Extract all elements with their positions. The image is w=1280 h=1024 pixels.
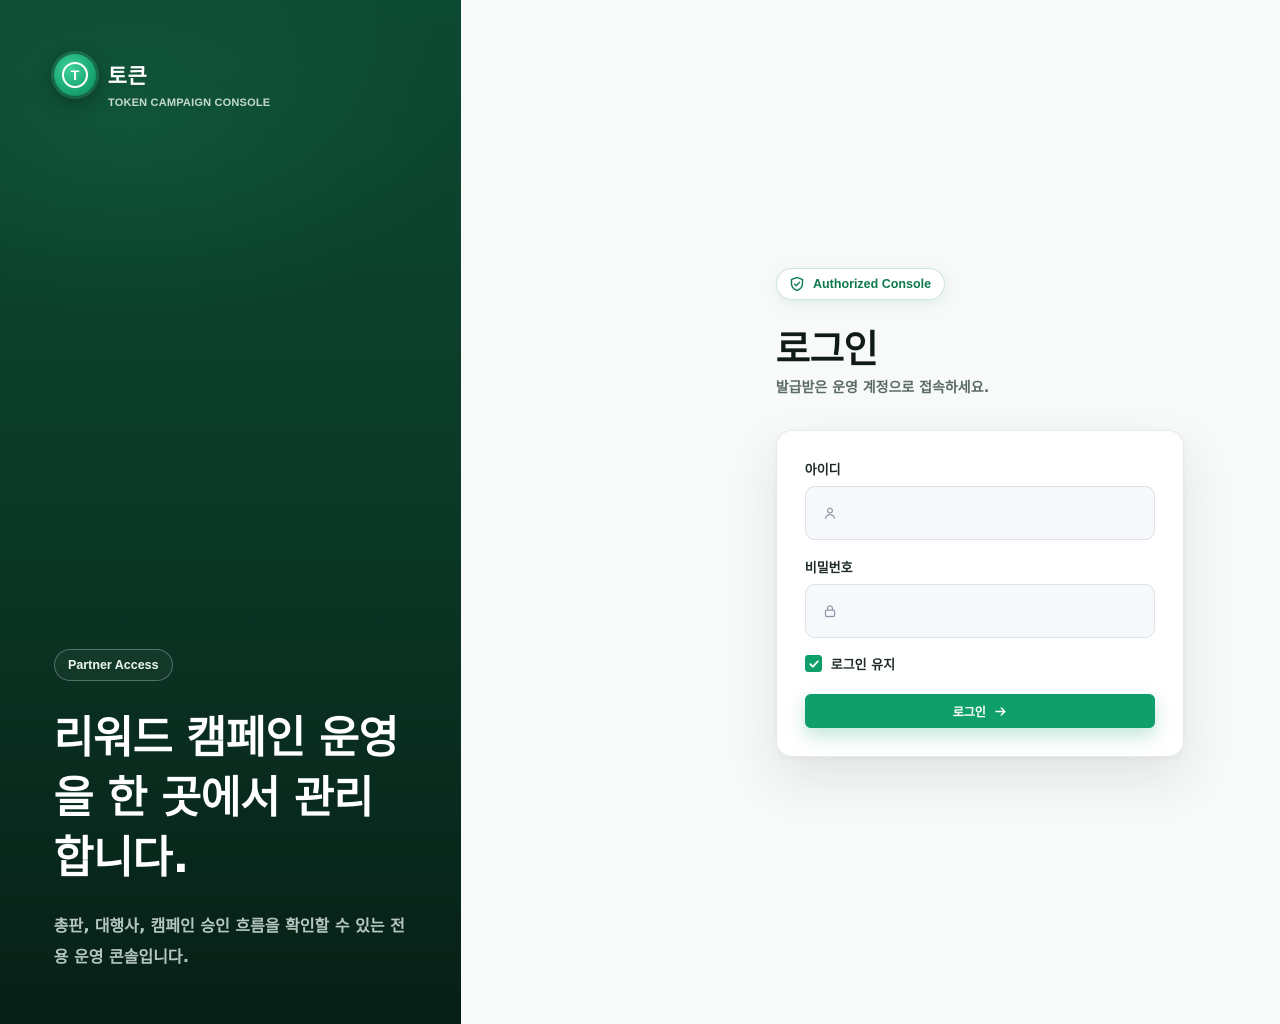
- badge-label: Authorized Console: [813, 277, 932, 291]
- lock-icon: [824, 605, 836, 618]
- id-field-container: [805, 486, 1155, 540]
- hero-title: 리워드 캠페인 운영을 한 곳에서 관리합니다.: [54, 712, 399, 883]
- remember-me-toggle[interactable]: 로그인 유지: [805, 654, 895, 673]
- brand-panel: T 토큰 TOKEN CAMPAIGN CONSOLE Partner Acce…: [0, 0, 461, 1024]
- id-label: 아이디: [805, 463, 841, 478]
- logo-letter: T: [62, 62, 88, 88]
- id-input[interactable]: [850, 487, 1146, 539]
- login-subtitle: 발급받은 운영 계정으로 접속하세요.: [776, 380, 990, 396]
- login-form: 아이디 비밀번호 로그인 유지 로그인: [776, 430, 1184, 757]
- submit-label: 로그인: [952, 704, 987, 719]
- authorized-console-badge: Authorized Console: [776, 268, 946, 300]
- brand-name: 토큰: [108, 64, 148, 88]
- partner-access-pill: Partner Access: [54, 649, 173, 681]
- hero-description: 총판, 대행사, 캠페인 승인 흐름을 확인할 수 있는 전용 운영 콘솔입니다…: [54, 916, 406, 966]
- login-title: 로그인: [776, 327, 879, 371]
- shield-check-icon: [790, 276, 804, 292]
- remember-label: 로그인 유지: [831, 658, 896, 673]
- password-label: 비밀번호: [805, 561, 853, 576]
- arrow-right-icon: [995, 706, 1006, 716]
- brand-subtitle: TOKEN CAMPAIGN CONSOLE: [108, 97, 271, 109]
- user-icon: [825, 507, 835, 519]
- password-input[interactable]: [850, 585, 1146, 637]
- check-icon: [808, 660, 819, 668]
- remember-checkbox[interactable]: [805, 655, 822, 672]
- password-field-container: [805, 584, 1155, 638]
- logo-icon: T: [54, 54, 96, 96]
- login-submit-button[interactable]: 로그인: [805, 694, 1155, 728]
